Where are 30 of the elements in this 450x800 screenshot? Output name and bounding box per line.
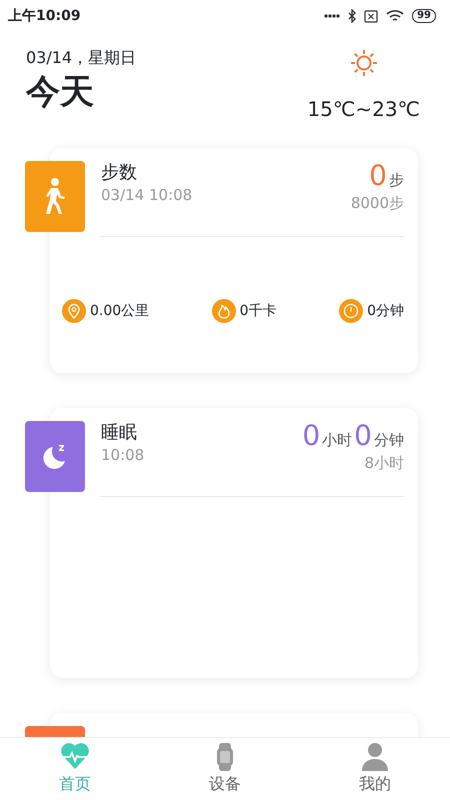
- goal-text: 8小时: [364, 452, 404, 474]
- card-title: 步数: [101, 161, 138, 184]
- value-unit: 步: [389, 170, 404, 191]
- goal-text: 8000步: [350, 192, 404, 214]
- status-time: 上午10:09: [8, 6, 81, 26]
- value-number: 0: [302, 421, 320, 452]
- profile-tab[interactable]: 我的: [325, 738, 425, 800]
- value-number: 0: [369, 161, 387, 192]
- metric-value: 0千卡: [240, 302, 277, 320]
- flame-icon: [212, 299, 236, 323]
- device-tab[interactable]: 设备: [175, 738, 275, 800]
- sun-icon: [348, 48, 379, 78]
- card-time: 03/14 10:08: [101, 185, 194, 206]
- page-title: 今天: [26, 71, 95, 114]
- value-unit: 分钟: [374, 430, 404, 451]
- metric-value: 0分钟: [367, 302, 404, 320]
- person-icon: [360, 742, 390, 772]
- no-sim-icon: [364, 10, 378, 22]
- card-title: 睡眠: [101, 421, 138, 444]
- location-pin-icon: [62, 299, 86, 323]
- wifi-icon: [386, 9, 404, 23]
- date-text: 03/14，星期日: [26, 47, 136, 69]
- value-number: 0: [354, 421, 372, 452]
- temperature-text: 15℃~23℃: [307, 96, 420, 123]
- card-time: 10:08: [101, 445, 146, 466]
- clock-icon: [339, 299, 364, 323]
- value-unit: 小时: [322, 430, 352, 451]
- bluetooth-icon: [348, 9, 356, 23]
- signal-dots-icon: [324, 14, 340, 18]
- metric-value: 0.00公里: [90, 302, 150, 320]
